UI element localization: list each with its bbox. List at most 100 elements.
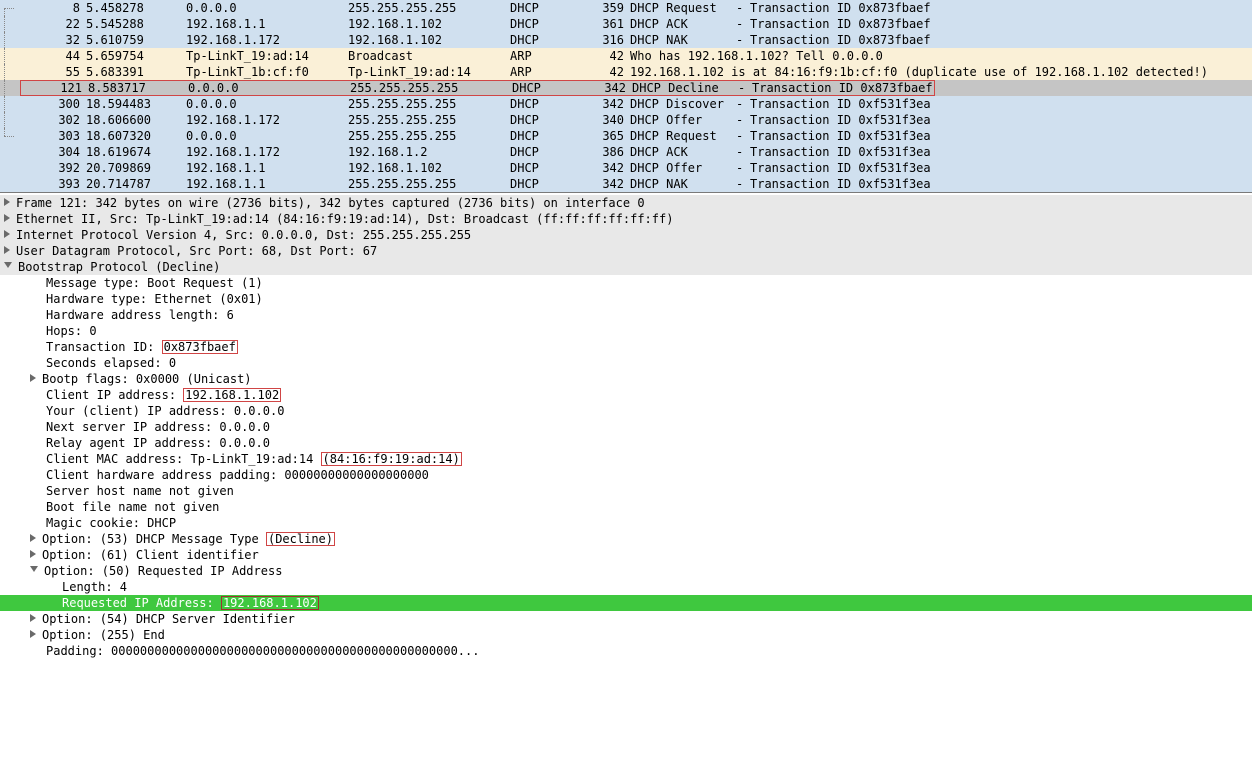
detail-cookie[interactable]: Magic cookie: DHCP xyxy=(0,515,1252,531)
col-source: 192.168.1.172 xyxy=(186,144,348,160)
expand-icon[interactable] xyxy=(30,550,36,558)
packet-row[interactable]: 30418.619674192.168.1.172192.168.1.2DHCP… xyxy=(0,144,1252,160)
detail-opt50-length[interactable]: Length: 4 xyxy=(0,579,1252,595)
col-protocol: DHCP xyxy=(510,144,582,160)
detail-ciaddr[interactable]: Client IP address: 192.168.1.102 xyxy=(0,387,1252,403)
detail-sname[interactable]: Server host name not given xyxy=(0,483,1252,499)
collapse-icon[interactable] xyxy=(30,566,38,572)
col-length: 365 xyxy=(582,128,624,144)
packet-row[interactable]: 39220.709869192.168.1.1192.168.1.102DHCP… xyxy=(0,160,1252,176)
col-source: 192.168.1.1 xyxy=(186,176,348,192)
expand-icon[interactable] xyxy=(30,534,36,542)
expand-icon[interactable] xyxy=(4,246,10,254)
packet-row[interactable]: 30018.5944830.0.0.0255.255.255.255DHCP34… xyxy=(0,96,1252,112)
col-info: DHCP Request-Transaction ID 0x873fbaef xyxy=(624,0,931,16)
detail-secs[interactable]: Seconds elapsed: 0 xyxy=(0,355,1252,371)
ciaddr-highlight: 192.168.1.102 xyxy=(183,388,281,402)
detail-opt54[interactable]: Option: (54) DHCP Server Identifier xyxy=(0,611,1252,627)
detail-siaddr[interactable]: Next server IP address: 0.0.0.0 xyxy=(0,419,1252,435)
detail-frame[interactable]: Frame 121: 342 bytes on wire (2736 bits)… xyxy=(0,195,1252,211)
col-destination: Tp-LinkT_19:ad:14 xyxy=(348,64,510,80)
col-time: 20.709869 xyxy=(80,160,186,176)
packet-row[interactable]: 325.610759192.168.1.172192.168.1.102DHCP… xyxy=(0,32,1252,48)
col-source: 192.168.1.172 xyxy=(186,32,348,48)
requested-ip-highlight: 192.168.1.102 xyxy=(221,596,319,610)
detail-msg-type[interactable]: Message type: Boot Request (1) xyxy=(0,275,1252,291)
detail-hwpad[interactable]: Client hardware address padding: 0000000… xyxy=(0,467,1252,483)
col-info: Who has 192.168.1.102? Tell 0.0.0.0 xyxy=(624,48,883,64)
col-time: 5.683391 xyxy=(80,64,186,80)
detail-udp[interactable]: User Datagram Protocol, Src Port: 68, Ds… xyxy=(0,243,1252,259)
detail-opt50-requested-ip[interactable]: Requested IP Address: 192.168.1.102 xyxy=(0,595,1252,611)
packet-row[interactable]: 30218.606600192.168.1.172255.255.255.255… xyxy=(0,112,1252,128)
detail-opt53[interactable]: Option: (53) DHCP Message Type (Decline) xyxy=(0,531,1252,547)
col-time: 5.545288 xyxy=(80,16,186,32)
detail-ip[interactable]: Internet Protocol Version 4, Src: 0.0.0.… xyxy=(0,227,1252,243)
col-info: DHCP NAK-Transaction ID 0xf531f3ea xyxy=(624,176,931,192)
selected-row-highlight: 1218.5837170.0.0.0255.255.255.255DHCP342… xyxy=(20,80,935,96)
col-protocol: DHCP xyxy=(510,128,582,144)
col-destination: 192.168.1.102 xyxy=(348,160,510,176)
col-destination: 255.255.255.255 xyxy=(348,0,510,16)
packet-row[interactable]: 225.545288192.168.1.1192.168.1.102DHCP36… xyxy=(0,16,1252,32)
col-length: 361 xyxy=(582,16,624,32)
detail-mac[interactable]: Client MAC address: Tp-LinkT_19:ad:14 (8… xyxy=(0,451,1252,467)
col-length: 42 xyxy=(582,64,624,80)
col-source: 0.0.0.0 xyxy=(188,80,350,96)
col-length: 359 xyxy=(582,0,624,16)
col-no: 8 xyxy=(20,0,80,16)
col-destination: 255.255.255.255 xyxy=(348,96,510,112)
packet-row[interactable]: 30318.6073200.0.0.0255.255.255.255DHCP36… xyxy=(0,128,1252,144)
col-info: DHCP ACK-Transaction ID 0x873fbaef xyxy=(624,16,931,32)
col-protocol: DHCP xyxy=(510,176,582,192)
detail-padding[interactable]: Padding: 0000000000000000000000000000000… xyxy=(0,643,1252,659)
expand-icon[interactable] xyxy=(30,614,36,622)
col-destination: 192.168.1.2 xyxy=(348,144,510,160)
tree-glyph xyxy=(0,112,20,128)
expand-icon[interactable] xyxy=(4,214,10,222)
packet-row[interactable]: 1218.5837170.0.0.0255.255.255.255DHCP342… xyxy=(0,80,1252,96)
detail-giaddr[interactable]: Relay agent IP address: 0.0.0.0 xyxy=(0,435,1252,451)
detail-bfile[interactable]: Boot file name not given xyxy=(0,499,1252,515)
tree-glyph xyxy=(0,0,20,16)
detail-ethernet[interactable]: Ethernet II, Src: Tp-LinkT_19:ad:14 (84:… xyxy=(0,211,1252,227)
tree-glyph xyxy=(0,176,20,192)
col-protocol: DHCP xyxy=(512,80,584,96)
col-destination: 255.255.255.255 xyxy=(348,176,510,192)
detail-opt61[interactable]: Option: (61) Client identifier xyxy=(0,547,1252,563)
packet-list[interactable]: 85.4582780.0.0.0255.255.255.255DHCP359DH… xyxy=(0,0,1252,192)
detail-bootp[interactable]: Bootstrap Protocol (Decline) xyxy=(0,259,1252,275)
col-time: 18.606600 xyxy=(80,112,186,128)
col-length: 342 xyxy=(582,160,624,176)
detail-opt255[interactable]: Option: (255) End xyxy=(0,627,1252,643)
tree-glyph xyxy=(0,32,20,48)
col-info: DHCP NAK-Transaction ID 0x873fbaef xyxy=(624,32,931,48)
packet-row[interactable]: 445.659754Tp-LinkT_19:ad:14BroadcastARP4… xyxy=(0,48,1252,64)
detail-yiaddr[interactable]: Your (client) IP address: 0.0.0.0 xyxy=(0,403,1252,419)
collapse-icon[interactable] xyxy=(4,262,12,268)
col-no: 302 xyxy=(20,112,80,128)
packet-row[interactable]: 555.683391Tp-LinkT_1b:cf:f0Tp-LinkT_19:a… xyxy=(0,64,1252,80)
detail-hops[interactable]: Hops: 0 xyxy=(0,323,1252,339)
col-info: DHCP Offer-Transaction ID 0xf531f3ea xyxy=(624,160,931,176)
packet-details-pane[interactable]: Frame 121: 342 bytes on wire (2736 bits)… xyxy=(0,192,1252,659)
detail-hw-type[interactable]: Hardware type: Ethernet (0x01) xyxy=(0,291,1252,307)
col-info: DHCP Offer-Transaction ID 0xf531f3ea xyxy=(624,112,931,128)
tree-glyph xyxy=(0,96,20,112)
tree-glyph xyxy=(0,80,20,96)
detail-opt50[interactable]: Option: (50) Requested IP Address xyxy=(0,563,1252,579)
packet-row[interactable]: 85.4582780.0.0.0255.255.255.255DHCP359DH… xyxy=(0,0,1252,16)
expand-icon[interactable] xyxy=(30,630,36,638)
col-source: 0.0.0.0 xyxy=(186,0,348,16)
col-no: 55 xyxy=(20,64,80,80)
col-time: 8.583717 xyxy=(82,80,188,96)
expand-icon[interactable] xyxy=(30,374,36,382)
expand-icon[interactable] xyxy=(4,198,10,206)
expand-icon[interactable] xyxy=(4,230,10,238)
col-no: 44 xyxy=(20,48,80,64)
detail-hw-len[interactable]: Hardware address length: 6 xyxy=(0,307,1252,323)
col-source: 192.168.1.172 xyxy=(186,112,348,128)
detail-transaction-id[interactable]: Transaction ID: 0x873fbaef xyxy=(0,339,1252,355)
detail-flags[interactable]: Bootp flags: 0x0000 (Unicast) xyxy=(0,371,1252,387)
packet-row[interactable]: 39320.714787192.168.1.1255.255.255.255DH… xyxy=(0,176,1252,192)
